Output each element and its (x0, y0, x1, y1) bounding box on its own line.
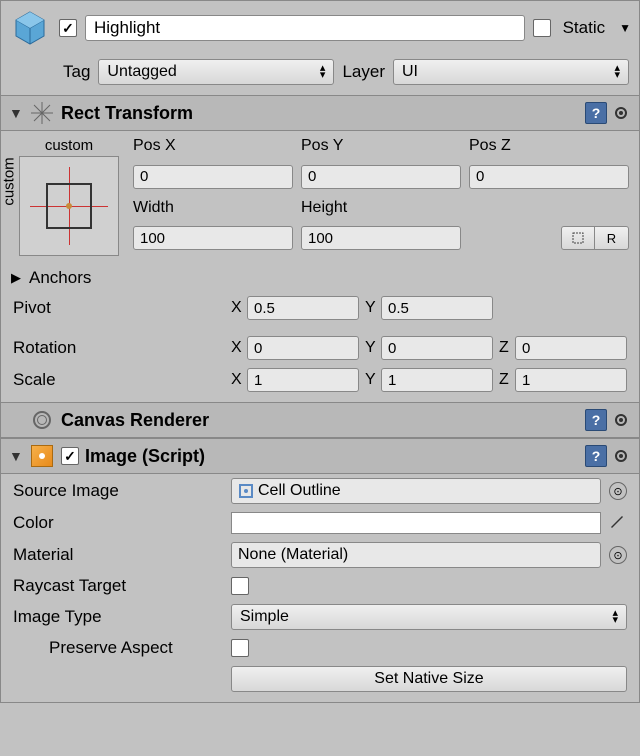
pivot-y-input[interactable] (381, 296, 493, 320)
anchor-preset-side-label: custom (1, 157, 18, 205)
help-icon[interactable]: ? (585, 409, 607, 431)
set-native-size-button[interactable]: Set Native Size (231, 666, 627, 692)
layer-dropdown[interactable]: UI ▴▾ (393, 59, 629, 85)
image-type-value: Simple (240, 608, 289, 626)
posy-label: Pos Y (301, 137, 461, 161)
rotation-z-input[interactable] (515, 336, 627, 360)
pivot-x-input[interactable] (247, 296, 359, 320)
gear-icon[interactable] (611, 411, 631, 429)
gear-icon[interactable] (611, 447, 631, 465)
rect-transform-foldout[interactable]: ▼ (9, 105, 23, 121)
z-label: Z (499, 371, 511, 389)
pivot-label: Pivot (13, 298, 223, 318)
sprite-icon (238, 483, 254, 499)
material-value: None (Material) (238, 546, 348, 564)
scale-y-input[interactable] (381, 368, 493, 392)
image-component-icon (29, 443, 55, 469)
image-title: Image (Script) (85, 446, 585, 467)
anchor-preset-top-label: custom (11, 137, 127, 154)
scale-z-input[interactable] (515, 368, 627, 392)
preserve-aspect-checkbox[interactable] (231, 639, 249, 657)
gear-icon[interactable] (611, 104, 631, 122)
y-label: Y (365, 339, 377, 357)
gameobject-enabled-checkbox[interactable] (59, 19, 77, 37)
help-icon[interactable]: ? (585, 102, 607, 124)
x-label: X (231, 299, 243, 317)
image-foldout[interactable]: ▼ (9, 448, 23, 464)
color-field[interactable] (231, 512, 601, 534)
rotation-x-input[interactable] (247, 336, 359, 360)
image-type-label: Image Type (13, 607, 223, 627)
material-label: Material (13, 545, 223, 565)
blueprint-mode-button[interactable] (561, 226, 595, 250)
posx-input[interactable] (133, 165, 293, 189)
source-image-field[interactable]: Cell Outline (231, 478, 601, 504)
raycast-target-checkbox[interactable] (231, 577, 249, 595)
object-picker-button[interactable]: ⊙ (609, 482, 627, 500)
tag-dropdown[interactable]: Untagged ▴▾ (98, 59, 334, 85)
tag-label: Tag (63, 62, 90, 82)
raycast-target-label: Raycast Target (13, 576, 223, 596)
rotation-label: Rotation (13, 338, 223, 358)
height-input[interactable] (301, 226, 461, 250)
static-dropdown-arrow[interactable]: ▼ (619, 21, 631, 35)
rotation-y-input[interactable] (381, 336, 493, 360)
preserve-aspect-label: Preserve Aspect (13, 638, 223, 658)
static-checkbox[interactable] (533, 19, 551, 37)
anchor-preset-button[interactable]: custom custom (11, 137, 127, 256)
source-image-value: Cell Outline (258, 482, 341, 500)
object-picker-button[interactable]: ⊙ (609, 546, 627, 564)
anchors-foldout[interactable]: ▶ (11, 270, 25, 286)
scale-x-input[interactable] (247, 368, 359, 392)
height-label: Height (301, 199, 461, 223)
scale-label: Scale (13, 370, 223, 390)
posx-label: Pos X (133, 137, 293, 161)
help-icon[interactable]: ? (585, 445, 607, 467)
width-label: Width (133, 199, 293, 223)
image-enabled-checkbox[interactable] (61, 447, 79, 465)
static-label: Static (563, 18, 606, 38)
y-label: Y (365, 299, 377, 317)
rect-transform-icon (29, 100, 55, 126)
posz-input[interactable] (469, 165, 629, 189)
eyedropper-icon[interactable] (609, 513, 627, 534)
rect-transform-title: Rect Transform (61, 103, 585, 124)
posz-label: Pos Z (469, 137, 629, 161)
color-label: Color (13, 513, 223, 533)
anchors-label: Anchors (29, 268, 91, 288)
material-field[interactable]: None (Material) (231, 542, 601, 568)
layer-value: UI (402, 63, 418, 81)
layer-label: Layer (342, 62, 385, 82)
width-input[interactable] (133, 226, 293, 250)
posy-input[interactable] (301, 165, 461, 189)
x-label: X (231, 371, 243, 389)
raw-edit-button[interactable]: R (595, 226, 629, 250)
tag-value: Untagged (107, 63, 176, 81)
image-type-dropdown[interactable]: Simple ▴▾ (231, 604, 627, 630)
y-label: Y (365, 371, 377, 389)
canvas-renderer-icon (29, 407, 55, 433)
gameobject-cube-icon (9, 7, 51, 49)
canvas-renderer-title: Canvas Renderer (61, 410, 585, 431)
gameobject-name-input[interactable] (85, 15, 525, 41)
source-image-label: Source Image (13, 481, 223, 501)
z-label: Z (499, 339, 511, 357)
x-label: X (231, 339, 243, 357)
